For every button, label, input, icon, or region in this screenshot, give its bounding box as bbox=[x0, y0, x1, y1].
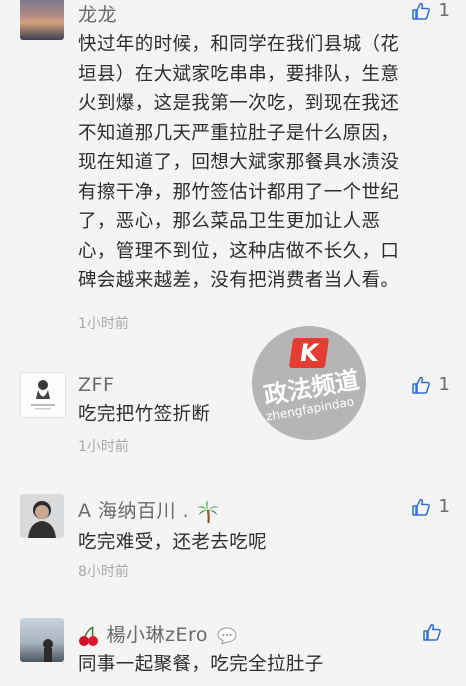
comment-line: 碑会越来越差，没有把消费者当人看。 bbox=[78, 270, 400, 291]
comment-line: 现在知道了，回想大斌家那餐具水渍没 bbox=[78, 152, 400, 173]
comment-line: 不知道那几天严重拉肚子是什么原因， bbox=[78, 122, 400, 144]
avatar-graphic bbox=[31, 380, 55, 410]
comment-time: 1小时前 bbox=[78, 439, 129, 455]
cherry-emoji bbox=[79, 625, 98, 646]
comment-line: 火到爆，这是我第一次吃，到现在我还 bbox=[78, 93, 400, 114]
commenter-name-text: A 海纳百川 . bbox=[78, 500, 190, 522]
like-count: 1 bbox=[438, 496, 450, 517]
thumbs-up-icon bbox=[423, 623, 441, 641]
comment-item: A 海纳百川 . 1 吃完难受，还老去吃呢 8小时前 bbox=[0, 480, 466, 590]
like-button[interactable] bbox=[422, 622, 450, 642]
thumbs-up-icon bbox=[411, 2, 430, 20]
comment-text: 同事一起聚餐，吃完全拉肚子 bbox=[78, 654, 324, 675]
avatar[interactable] bbox=[20, 618, 64, 662]
comment-line: 垣县）在大斌家吃串串，要排队，生意 bbox=[78, 63, 400, 85]
commenter-name[interactable]: ZFF bbox=[78, 374, 114, 396]
commenter-name[interactable]: 楊小琳zEro bbox=[78, 620, 237, 647]
watermark-k-icon: K bbox=[288, 338, 330, 368]
like-button[interactable]: 1 bbox=[411, 0, 450, 21]
commenter-name-text: 楊小琳zEro bbox=[106, 624, 209, 646]
avatar-graphic bbox=[20, 494, 64, 538]
comment-item: 楊小琳zEro 同事一起聚餐，吃完全拉肚子 bbox=[0, 610, 466, 686]
comment-text: 吃完难受，还老去吃呢 bbox=[78, 532, 268, 553]
like-count: 1 bbox=[438, 374, 450, 395]
avatar-graphic bbox=[43, 639, 53, 662]
comment-line: 有擦干净，那竹签估计都用了一个世纪 bbox=[78, 181, 400, 203]
thumbs-up-icon bbox=[411, 376, 430, 394]
palm-tree-emoji bbox=[196, 500, 219, 523]
comment-item: 龙龙 1 快过年的时候，和同学在我们县城（花 垣县）在大斌家吃串串，要排队，生意… bbox=[0, 0, 466, 340]
avatar[interactable] bbox=[20, 0, 64, 40]
comment-text: 快过年的时候，和同学在我们县城（花 垣县）在大斌家吃串串，要排队，生意 火到爆，… bbox=[78, 30, 450, 296]
avatar[interactable] bbox=[20, 494, 64, 538]
commenter-name[interactable]: 龙龙 bbox=[78, 0, 117, 27]
avatar[interactable] bbox=[20, 372, 66, 418]
thumbs-up-icon bbox=[411, 498, 430, 516]
like-button[interactable]: 1 bbox=[411, 496, 450, 517]
comment-line: 快过年的时候，和同学在我们县城（花 bbox=[78, 34, 400, 55]
comment-line: 了，恶心，那么菜品卫生更加让人恶 bbox=[78, 211, 381, 232]
commenter-name[interactable]: A 海纳百川 . bbox=[78, 496, 220, 524]
like-count: 1 bbox=[438, 0, 450, 21]
speech-bubble-icon bbox=[217, 626, 237, 645]
comment-item: ZFF 1 吃完把竹签折断 1小时前 bbox=[0, 360, 466, 470]
watermark-logo: K 政法频道 zhengfapindao bbox=[252, 326, 366, 440]
comment-time: 8小时前 bbox=[78, 564, 129, 580]
comment-line: 心，管理不到位，这种店做不长久，口 bbox=[78, 240, 400, 262]
comment-time: 1小时前 bbox=[78, 316, 129, 332]
like-button[interactable]: 1 bbox=[411, 374, 450, 395]
